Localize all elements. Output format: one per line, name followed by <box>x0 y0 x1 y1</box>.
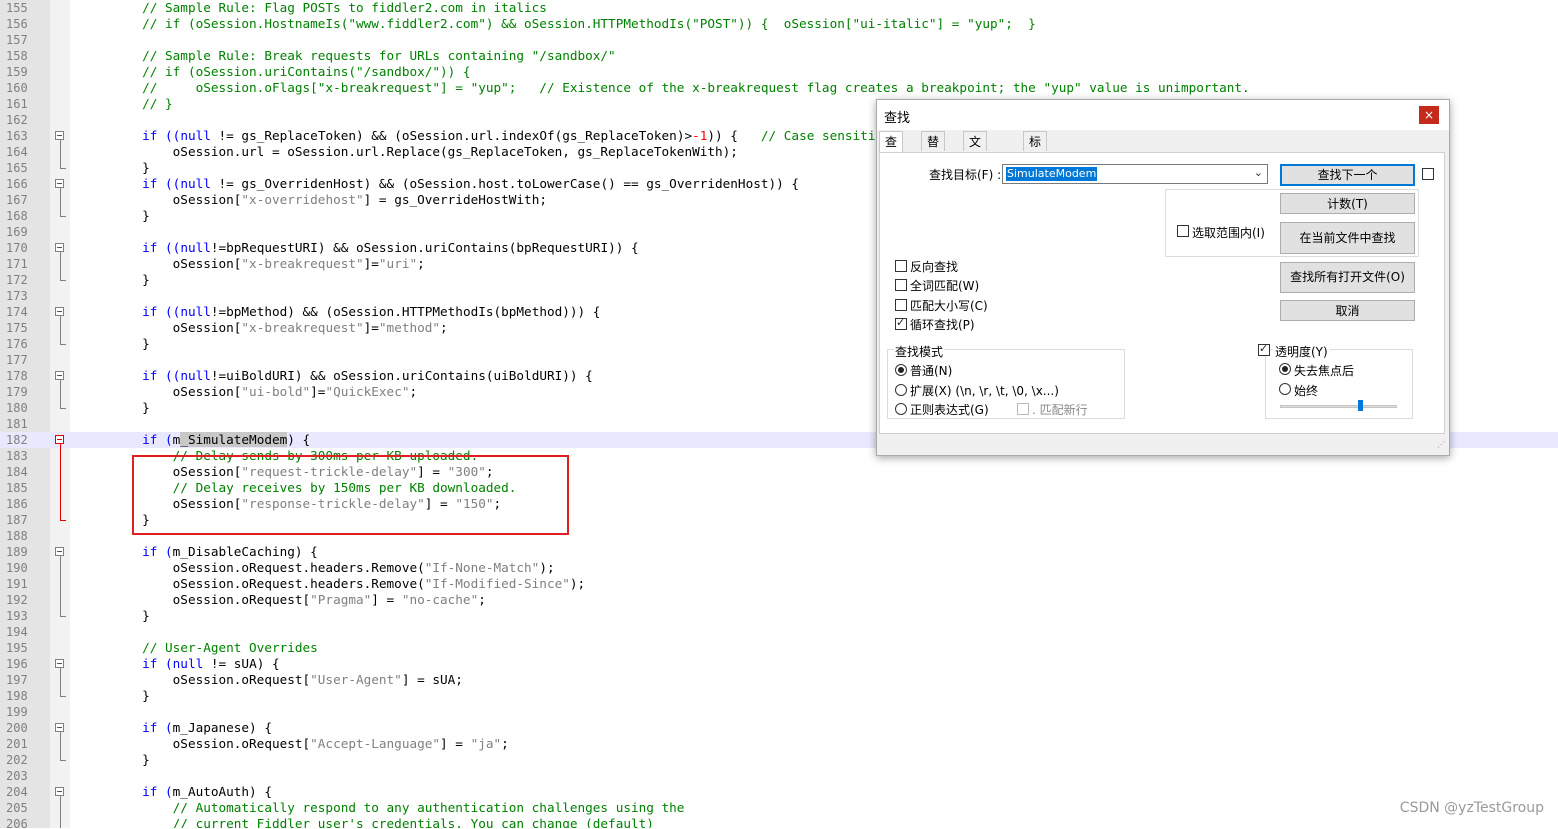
mode-regex-label: 正则表达式(G) <box>910 403 989 417</box>
mode-regex-radio[interactable] <box>895 403 907 415</box>
mode-extended-radio[interactable] <box>895 384 907 396</box>
wrap-around-checkbox[interactable] <box>895 316 907 330</box>
find-target-label: 查找目标(F) : <box>929 168 1002 182</box>
on-lose-focus-radio[interactable] <box>1279 363 1291 375</box>
transparency-label: 透明度(Y) <box>1273 343 1330 360</box>
match-newline-label: . 匹配新行 <box>1032 403 1088 417</box>
whole-word-label: 全词匹配(W) <box>910 279 980 293</box>
in-selection-label: 选取范围内(I) <box>1192 226 1265 240</box>
mode-extended-label: 扩展(X) (\n, \r, \t, \0, \x...) <box>910 384 1059 398</box>
find-all-open-files-button[interactable]: 查找所有打开文件(O) <box>1280 262 1415 293</box>
find-next-button[interactable]: 查找下一个 <box>1280 164 1415 186</box>
transparency-slider-thumb[interactable] <box>1358 400 1363 411</box>
always-radio[interactable] <box>1279 383 1291 395</box>
match-case-checkbox[interactable] <box>895 299 907 311</box>
find-next-extra-checkbox[interactable] <box>1422 168 1434 180</box>
find-target-value[interactable]: SimulateModem <box>1006 167 1098 181</box>
find-dialog: 查找 × 查找 替换 文件查找 标记 查找目标(F) : SimulateMod… <box>876 99 1450 456</box>
count-button[interactable]: 计数(T) <box>1280 193 1415 214</box>
find-in-current-file-button[interactable]: 在当前文件中查找 <box>1280 222 1415 254</box>
reverse-search-label: 反向查找 <box>910 260 959 274</box>
cancel-button[interactable]: 取消 <box>1280 300 1415 321</box>
search-mode-title: 查找模式 <box>894 343 945 360</box>
on-lose-focus-label: 失去焦点后 <box>1294 364 1355 378</box>
mode-normal-radio[interactable] <box>895 364 907 376</box>
always-label: 始终 <box>1294 384 1319 398</box>
reverse-search-checkbox[interactable] <box>895 260 907 272</box>
transparency-slider[interactable] <box>1280 405 1397 408</box>
match-case-label: 匹配大小写(C) <box>910 299 988 313</box>
find-target-combobox[interactable]: SimulateModem ⌄ <box>1002 164 1268 184</box>
transparency-checkbox[interactable] <box>1258 342 1270 356</box>
wrap-around-label: 循环查找(P) <box>910 318 975 332</box>
match-newline-checkbox[interactable] <box>1017 403 1029 415</box>
resize-grip-icon[interactable]: ⋰ <box>1437 441 1447 452</box>
whole-word-checkbox[interactable] <box>895 279 907 291</box>
in-selection-checkbox[interactable] <box>1177 225 1189 237</box>
chevron-down-icon[interactable]: ⌄ <box>1254 166 1263 179</box>
mode-normal-label: 普通(N) <box>910 364 953 378</box>
